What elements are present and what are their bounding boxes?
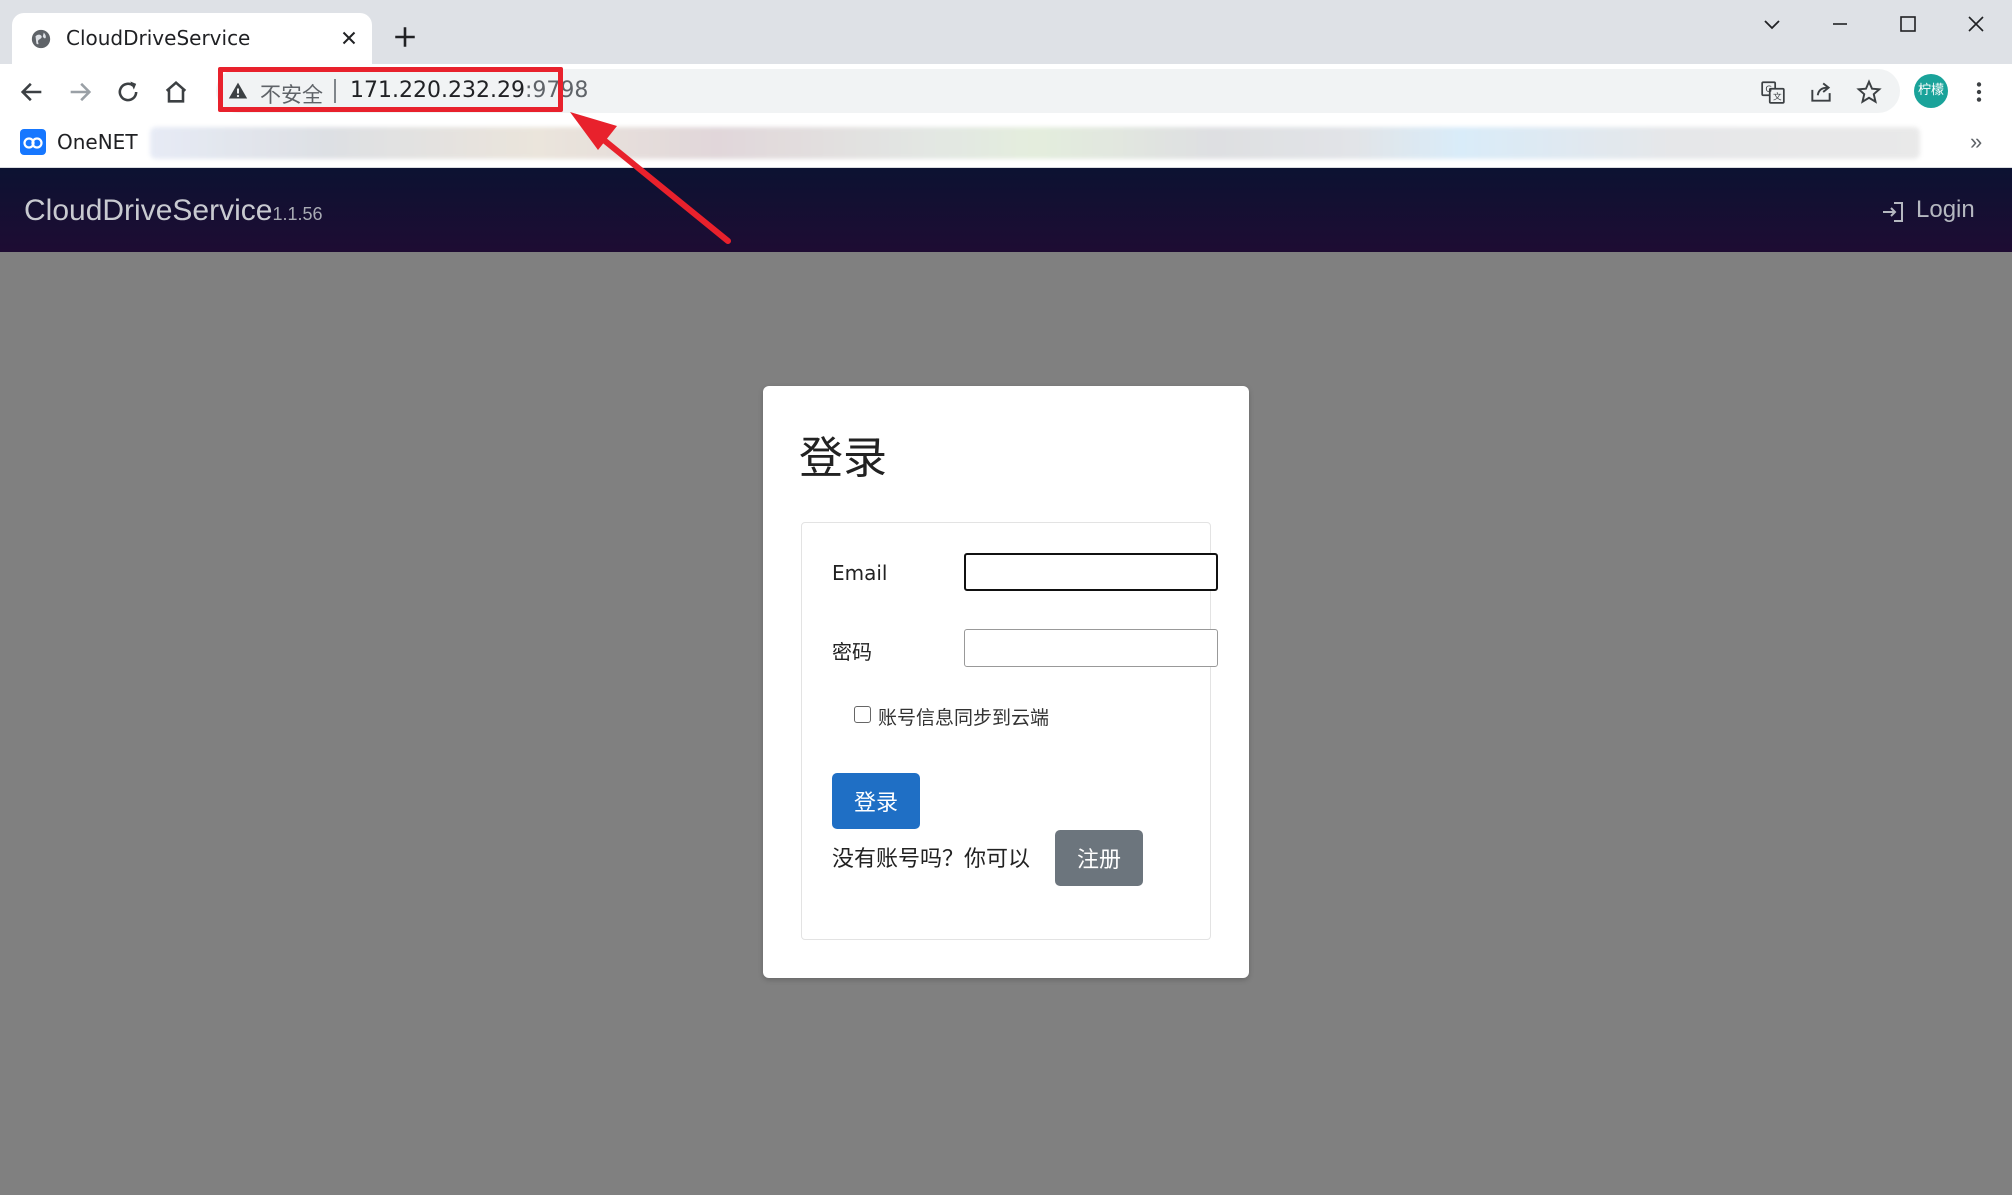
register-button[interactable]: 注册 bbox=[1055, 830, 1143, 886]
brand-name: CloudDriveService bbox=[24, 194, 273, 227]
register-prompt: 没有账号吗？你可以 bbox=[832, 847, 1031, 872]
maximize-icon[interactable] bbox=[1896, 12, 1920, 36]
page-title: 登录 bbox=[799, 433, 887, 484]
login-form: Email 密码 账号信息同步到云端 登录 没有账号吗？你可以 注册 bbox=[801, 522, 1218, 940]
password-field[interactable] bbox=[964, 629, 1218, 667]
tab-title: CloudDriveService bbox=[66, 26, 251, 50]
login-icon bbox=[1883, 202, 1903, 222]
tab-search-icon[interactable] bbox=[1760, 12, 1784, 36]
onenet-icon bbox=[20, 129, 46, 155]
close-tab-icon[interactable] bbox=[338, 27, 360, 49]
blurred-bookmarks bbox=[150, 127, 1920, 159]
browser-tab[interactable]: CloudDriveService bbox=[12, 13, 372, 64]
back-icon[interactable] bbox=[18, 78, 46, 106]
email-field[interactable] bbox=[964, 553, 1218, 591]
new-tab-icon[interactable] bbox=[392, 24, 418, 50]
site-navbar: CloudDriveService1.1.56 Login bbox=[0, 168, 2012, 252]
password-label: 密码 bbox=[832, 640, 872, 664]
bookmark-star-icon[interactable] bbox=[1856, 79, 1882, 105]
home-icon[interactable] bbox=[162, 78, 190, 106]
bookmarks-bar: OneNET » bbox=[0, 119, 2012, 168]
minimize-icon[interactable] bbox=[1828, 12, 1852, 36]
close-window-icon[interactable] bbox=[1964, 12, 1988, 36]
nav-login-label: Login bbox=[1916, 196, 1975, 223]
browser-tabstrip: CloudDriveService bbox=[0, 0, 2012, 64]
email-label: Email bbox=[832, 561, 888, 585]
sync-checkbox[interactable] bbox=[854, 706, 871, 723]
profile-avatar[interactable]: 柠檬 bbox=[1914, 74, 1948, 108]
share-icon[interactable] bbox=[1808, 79, 1834, 105]
brand-version: 1.1.56 bbox=[272, 204, 323, 224]
svg-text:文: 文 bbox=[1773, 91, 1782, 103]
svg-text:G: G bbox=[1765, 85, 1772, 95]
login-card: 登录 Email 密码 账号信息同步到云端 登录 没有账号吗？你可以 注册 bbox=[763, 386, 1249, 978]
sync-label[interactable]: 账号信息同步到云端 bbox=[878, 703, 1049, 730]
globe-icon bbox=[31, 29, 51, 49]
bookmark-onenet[interactable]: OneNET bbox=[57, 130, 138, 154]
site-brand[interactable]: CloudDriveService1.1.56 bbox=[24, 194, 322, 228]
reload-icon[interactable] bbox=[114, 78, 142, 106]
translate-icon[interactable]: G 文 bbox=[1760, 79, 1786, 105]
bookmarks-overflow-button[interactable]: » bbox=[1970, 129, 1982, 155]
forward-icon[interactable] bbox=[66, 78, 94, 106]
login-button[interactable]: 登录 bbox=[832, 773, 920, 829]
browser-menu-icon[interactable] bbox=[1966, 78, 1992, 106]
address-highlight-box bbox=[218, 67, 563, 112]
